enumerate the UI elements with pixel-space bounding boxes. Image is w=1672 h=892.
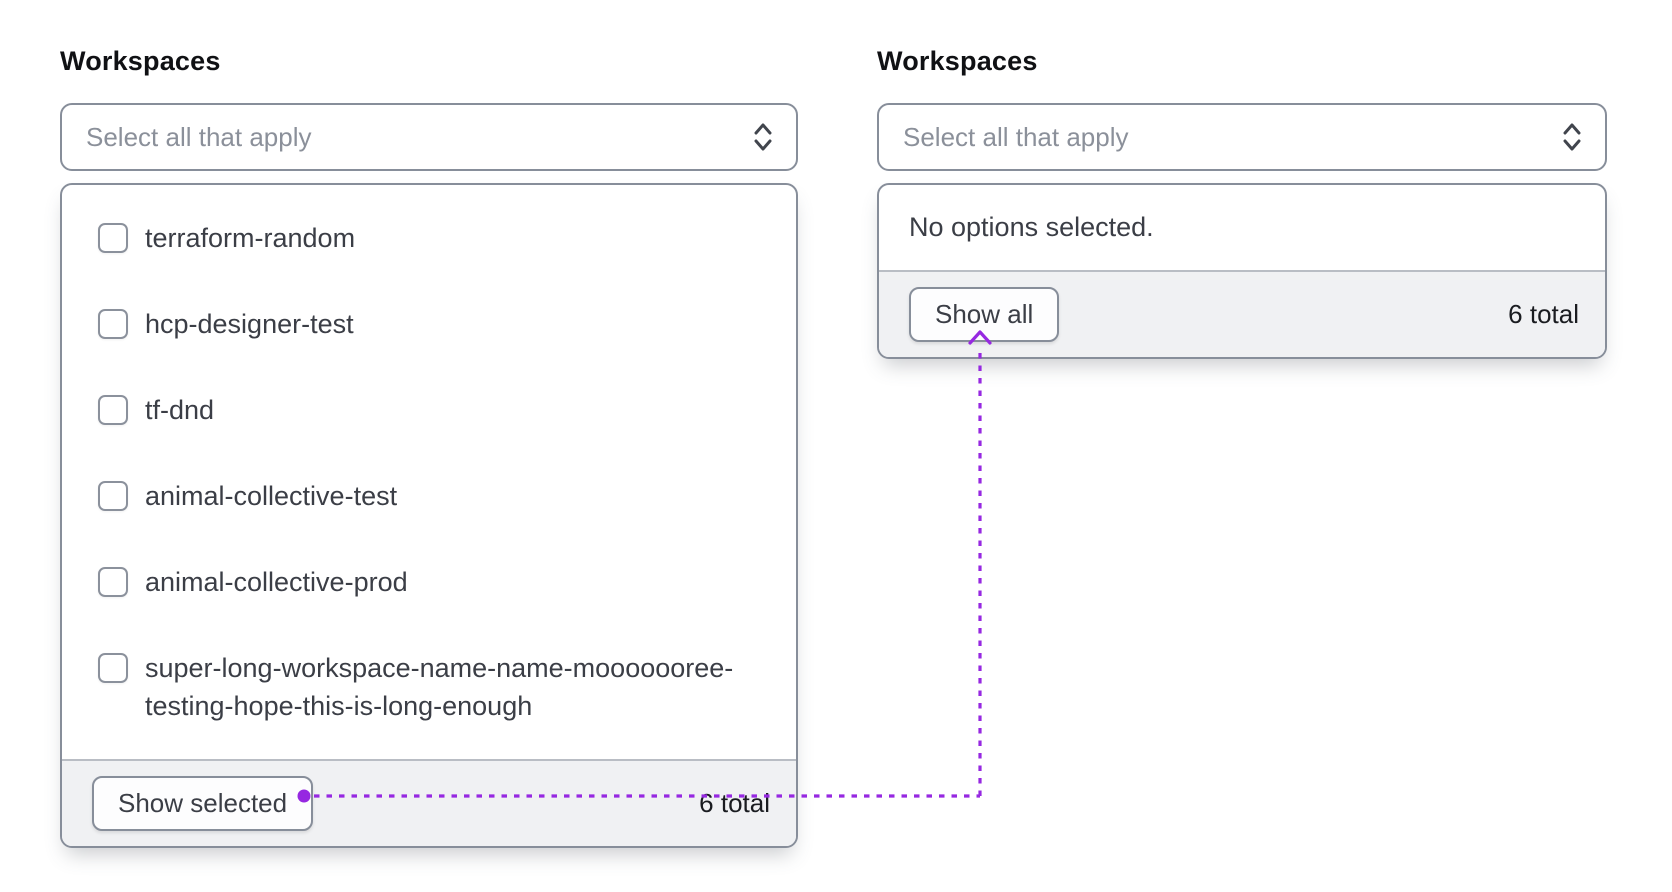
option-label: terraform-random (145, 223, 356, 253)
dropdown-footer: Show selected 6 total (62, 759, 796, 846)
checkbox[interactable] (98, 223, 128, 253)
options-dropdown-panel: terraform-random hcp-designer-test tf-dn… (60, 183, 798, 848)
option-super-long-workspace[interactable]: super-long-workspace-name-name-moooooore… (98, 625, 760, 749)
option-tf-dnd[interactable]: tf-dnd (98, 367, 760, 453)
option-animal-collective-prod[interactable]: animal-collective-prod (98, 539, 760, 625)
checkbox[interactable] (98, 309, 128, 339)
option-label: super-long-workspace-name-name-moooooore… (145, 653, 734, 721)
option-terraform-random[interactable]: terraform-random (98, 195, 760, 281)
workspaces-multiselect-right: Workspaces Select all that apply No opti… (877, 46, 1607, 359)
field-label: Workspaces (60, 46, 221, 76)
checkbox[interactable] (98, 395, 128, 425)
option-label: tf-dnd (145, 395, 215, 425)
select-toggle[interactable]: Select all that apply (877, 103, 1607, 171)
option-list: terraform-random hcp-designer-test tf-dn… (62, 185, 796, 759)
dropdown-footer: Show all 6 total (879, 270, 1605, 357)
total-count: 6 total (1508, 299, 1579, 329)
show-all-button[interactable]: Show all (909, 287, 1060, 342)
checkbox[interactable] (98, 567, 128, 597)
chevrons-up-down-icon (754, 123, 772, 151)
option-animal-collective-test[interactable]: animal-collective-test (98, 453, 760, 539)
select-placeholder: Select all that apply (86, 121, 312, 152)
empty-state-message: No options selected. (909, 212, 1154, 242)
show-selected-button[interactable]: Show selected (92, 776, 314, 831)
total-count: 6 total (699, 788, 770, 818)
empty-state: No options selected. (879, 185, 1605, 270)
select-toggle[interactable]: Select all that apply (60, 103, 798, 171)
checkbox[interactable] (98, 653, 128, 683)
chevrons-up-down-icon (1563, 123, 1581, 151)
option-label: animal-collective-test (145, 481, 398, 511)
select-placeholder: Select all that apply (903, 121, 1129, 152)
workspaces-multiselect-left: Workspaces Select all that apply terrafo… (60, 46, 798, 848)
field-label: Workspaces (877, 46, 1038, 76)
selected-options-panel: No options selected. Show all 6 total (877, 183, 1607, 359)
option-hcp-designer-test[interactable]: hcp-designer-test (98, 281, 760, 367)
checkbox[interactable] (98, 481, 128, 511)
option-label: hcp-designer-test (145, 309, 354, 339)
option-label: animal-collective-prod (145, 567, 408, 597)
